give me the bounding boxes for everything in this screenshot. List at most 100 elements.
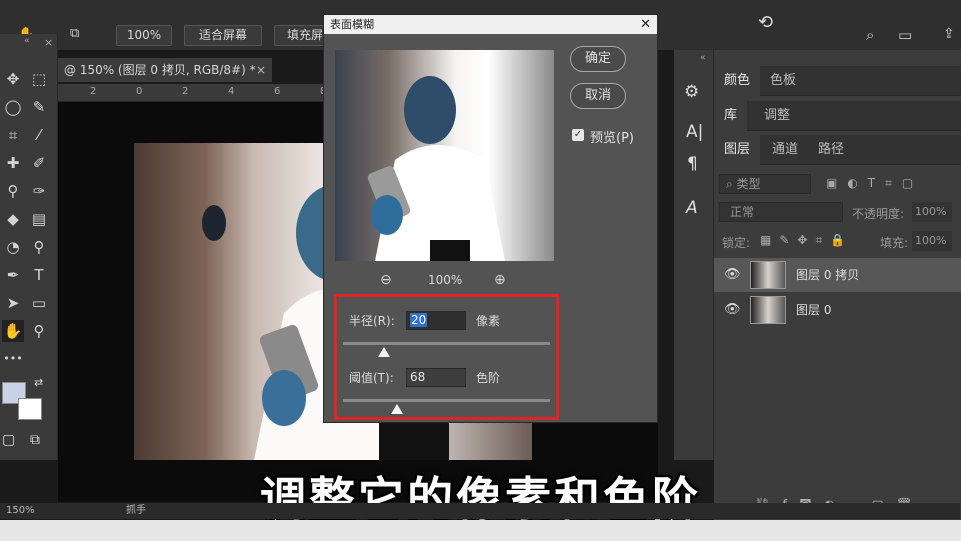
glyphs-icon[interactable]: A (686, 198, 698, 218)
properties-icon[interactable]: ⚙ (684, 82, 699, 102)
bottom-strip (0, 520, 961, 541)
search-icon[interactable]: ⌕ (866, 26, 874, 44)
zoom-in-icon[interactable]: ⊕ (494, 272, 506, 288)
layer-name: 图层 0 拷贝 (796, 268, 860, 282)
tab-channels[interactable]: 通道 (762, 135, 808, 165)
close-icon[interactable]: × (44, 36, 53, 49)
workspace-icon[interactable]: ▭ (898, 26, 912, 44)
crop-tool-icon[interactable]: ⌗ (2, 124, 24, 146)
radius-unit: 像素 (476, 314, 501, 328)
layer-name: 图层 0 (796, 303, 832, 317)
marquee-tool-icon[interactable]: ⬚ (28, 68, 50, 90)
fill-input[interactable]: 100% (912, 231, 952, 251)
preview-label: 预览(P) (590, 131, 634, 146)
path-select-icon[interactable]: ➤ (2, 292, 24, 314)
parameters-highlight-box: 半径(R): 20 像素 阈值(T): 68 色阶 (334, 294, 559, 420)
document-tab-title: @ 150% (图层 0 拷贝, RGB/8#) * (64, 63, 256, 77)
preview-zoom-row: ⊖ 100% ⊕ (364, 272, 524, 292)
lock-icons[interactable]: ▦✎✥⌗🔒 (760, 233, 853, 248)
close-tab-icon[interactable]: × (256, 58, 266, 82)
healing-tool-icon[interactable]: ✚ (2, 152, 24, 174)
tab-layers[interactable]: 图层 (714, 135, 761, 165)
quick-mask-icon[interactable]: ▢ (2, 432, 15, 448)
layer-filter-select[interactable]: ⌕ 类型 (719, 174, 811, 194)
opacity-input[interactable]: 100% (912, 202, 952, 222)
status-tool: 抓手 (126, 505, 146, 516)
lasso-tool-icon[interactable]: ◯ (2, 96, 24, 118)
fill-label: 填充: (880, 236, 909, 250)
fill-screen-button[interactable]: 填充屏 (274, 25, 324, 46)
radius-slider[interactable] (343, 342, 550, 345)
tab-swatches[interactable]: 色板 (760, 66, 806, 96)
threshold-slider-thumb[interactable] (390, 404, 403, 414)
type-tool-icon[interactable]: T (28, 264, 50, 286)
ruler-label: 2 (90, 86, 97, 97)
tab-adjustments[interactable]: 调整 (754, 101, 800, 131)
panel-icons-strip: « ⚙ A| ¶ A (674, 50, 714, 460)
radius-input-value: 20 (410, 313, 428, 327)
paragraph-icon[interactable]: ¶ (687, 154, 698, 174)
tab-paths[interactable]: 路径 (808, 135, 854, 165)
tab-color[interactable]: 颜色 (714, 66, 761, 96)
more-tools-icon[interactable]: ••• (2, 348, 24, 370)
threshold-unit: 色阶 (476, 371, 501, 385)
rotate-view-icon[interactable]: ⟲ (758, 12, 773, 33)
shape-tool-icon[interactable]: ▭ (28, 292, 50, 314)
threshold-slider[interactable] (343, 399, 550, 402)
background-color-swatch[interactable] (18, 398, 42, 420)
pen-tool-icon[interactable]: ✒ (2, 264, 24, 286)
ruler-label: 4 (228, 86, 235, 97)
cancel-button[interactable]: 取消 (570, 83, 626, 109)
share-icon[interactable]: ⇪ (943, 26, 955, 42)
swap-colors-icon[interactable]: ⇄ (34, 376, 43, 389)
document-tab[interactable]: @ 150% (图层 0 拷贝, RGB/8#) * × (58, 58, 272, 82)
dialog-titlebar[interactable]: 表面模糊 (324, 15, 657, 34)
layer-row[interactable]: 👁 图层 0 (714, 293, 961, 327)
threshold-input[interactable]: 68 (406, 368, 466, 387)
zoom-tool-icon[interactable]: ⚲ (28, 320, 50, 342)
fit-screen-button[interactable]: 适合屏幕 (184, 25, 262, 46)
tab-libraries[interactable]: 库 (714, 101, 748, 131)
preview-checkbox[interactable]: ✓ (572, 129, 584, 141)
gradient-tool-icon[interactable]: ▤ (28, 208, 50, 230)
lock-label: 锁定: (722, 236, 751, 250)
radius-input[interactable]: 20 (406, 311, 466, 330)
dialog-close-icon[interactable]: ✕ (640, 15, 651, 34)
eyedropper-icon[interactable]: ⁄ (28, 124, 50, 146)
zoom-100-button[interactable]: 100% (116, 25, 172, 46)
layer-thumbnail (750, 296, 786, 324)
blend-mode-select[interactable]: 正常 (719, 202, 843, 222)
radius-label: 半径(R): (349, 314, 395, 328)
character-icon[interactable]: A| (686, 122, 703, 142)
stamp-tool-icon[interactable]: ⚲ (2, 180, 24, 202)
scroll-all-icon[interactable]: ⧉ (70, 26, 79, 41)
radius-slider-thumb[interactable] (378, 347, 391, 357)
hand-tool-active-icon[interactable]: ✋ (2, 320, 24, 342)
ok-button[interactable]: 确定 (570, 46, 626, 72)
zoom-out-icon[interactable]: ⊖ (380, 272, 392, 288)
visibility-eye-icon[interactable]: 👁 (724, 293, 741, 327)
move-tool-icon[interactable]: ✥ (2, 68, 24, 90)
status-zoom: 150% (6, 505, 35, 516)
dodge-tool-icon[interactable]: ⚲ (28, 236, 50, 258)
preview-figure (367, 76, 505, 261)
opacity-label: 不透明度: (852, 207, 905, 221)
blur-tool-icon[interactable]: ◔ (2, 236, 24, 258)
ruler-label: 2 (182, 86, 189, 97)
layer-row[interactable]: 👁 图层 0 拷贝 (714, 258, 961, 292)
ruler-label: 0 (136, 86, 143, 97)
screen-mode-icon[interactable]: ⧉ (30, 432, 40, 448)
preview-zoom-value: 100% (428, 273, 463, 287)
layer-filter-icons[interactable]: ▣◐T⌗▢ (826, 176, 923, 191)
collapse-icon[interactable]: « (700, 53, 706, 63)
right-panels: 颜色 色板 库 调整 图层 通道 路径 ⌕ 类型 ▣◐T⌗▢ 正常 不透明度: … (714, 50, 961, 520)
layers-panel-tabs: 图层 通道 路径 (714, 135, 961, 165)
threshold-label: 阈值(T): (349, 371, 394, 385)
brush-tool-icon[interactable]: ✐ (28, 152, 50, 174)
collapse-icon[interactable]: « (24, 36, 30, 46)
quick-select-icon[interactable]: ✎ (28, 96, 50, 118)
blur-preview-image[interactable] (335, 50, 554, 261)
history-brush-icon[interactable]: ✑ (28, 180, 50, 202)
visibility-eye-icon[interactable]: 👁 (724, 258, 741, 292)
eraser-tool-icon[interactable]: ◆ (2, 208, 24, 230)
